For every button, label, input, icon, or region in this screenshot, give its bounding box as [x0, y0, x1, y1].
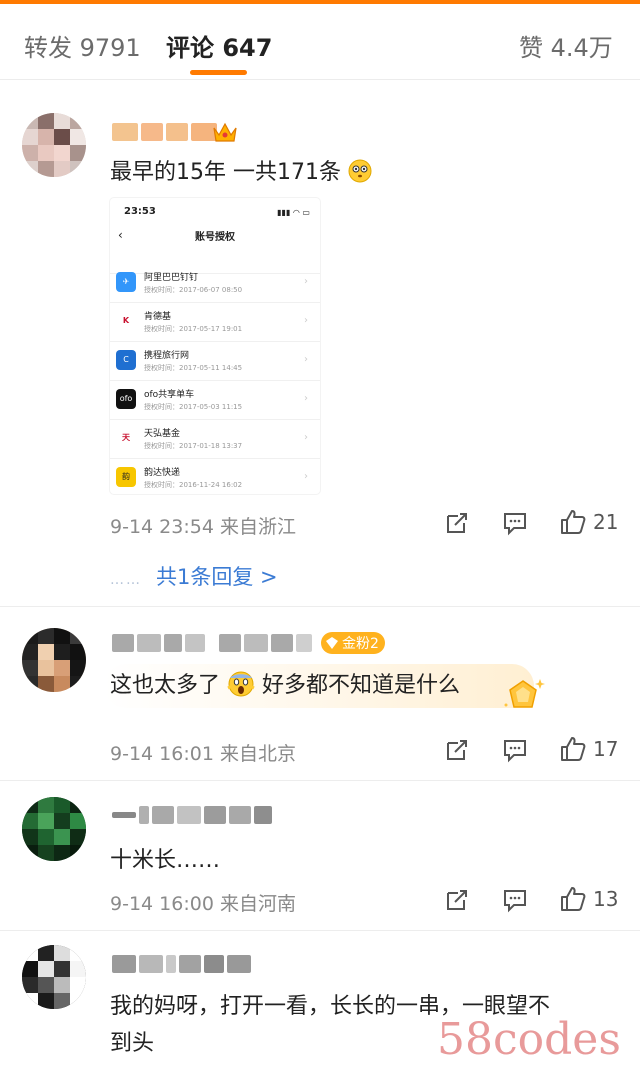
like-count: 17	[593, 737, 619, 761]
watermark: 58codes	[437, 1014, 621, 1065]
comment-tabs: 转发 9791 评论 647 赞 4.4万	[0, 4, 640, 80]
active-tab-indicator	[190, 70, 247, 75]
avatar[interactable]	[22, 797, 86, 861]
comment-button[interactable]	[502, 510, 528, 536]
thumbs-up-icon	[561, 887, 586, 911]
comment-meta: 9-14 23:54 来自浙江	[110, 516, 296, 538]
screaming-face-icon	[227, 671, 255, 697]
list-item: C 携程旅行网 授权时间：2017-05-11 14:45 ›	[110, 342, 320, 381]
attached-screenshot[interactable]: 23:53 ▮▮▮ ◠ ▭ ‹ 账号授权 ✈ 阿里巴巴钉钉 授权时间：2017-…	[110, 198, 320, 494]
status-time: 23:53	[124, 206, 156, 217]
comment-text-line2: 到头	[110, 1031, 155, 1056]
chevron-right-icon: ›	[304, 276, 308, 287]
tab-likes[interactable]: 赞 4.4万	[519, 28, 613, 63]
avatar[interactable]	[22, 628, 86, 692]
chevron-right-icon: ›	[304, 354, 308, 365]
comment-meta: 9-14 16:00 来自河南	[110, 893, 296, 915]
list-item: ✈ 阿里巴巴钉钉 授权时间：2017-06-07 08:50 ›	[110, 264, 320, 303]
tianhong-icon: 天	[116, 428, 136, 448]
fan-badge[interactable]: 金粉2	[321, 632, 385, 654]
comment-text: 最早的15年 一共171条	[110, 156, 372, 190]
reply-dots: ……	[110, 572, 142, 588]
username-blurred[interactable]	[112, 953, 251, 975]
repost-button[interactable]	[444, 737, 470, 763]
comment-body: 这也太多了	[110, 673, 221, 698]
kfc-icon: K	[116, 311, 136, 331]
share-icon	[447, 513, 467, 533]
username-blurred[interactable]	[112, 121, 217, 143]
like-count: 13	[593, 887, 619, 911]
avatar[interactable]	[22, 113, 86, 177]
nav-title: 账号授权	[195, 232, 235, 243]
username-blurred[interactable]	[112, 632, 312, 654]
divider	[0, 780, 640, 781]
comment-icon	[504, 740, 526, 763]
like-button[interactable]: 17	[559, 735, 618, 763]
comment-icon	[504, 513, 526, 536]
ctrip-icon: C	[116, 350, 136, 370]
yunda-icon: 韵	[116, 467, 136, 487]
list-item: ofo ofo共享单车 授权时间：2017-05-03 11:15 ›	[110, 381, 320, 420]
comment-text: 这也太多了 好多都不知道是什么	[110, 669, 460, 703]
chevron-right-icon: ›	[304, 432, 308, 443]
comment-text: 十米长……	[110, 848, 221, 873]
ofo-icon: ofo	[116, 389, 136, 409]
share-icon	[447, 890, 467, 910]
comment-icon	[504, 890, 526, 913]
chevron-right-icon: ›	[304, 315, 308, 326]
share-icon	[447, 740, 467, 760]
comment-meta: 9-14 16:01 来自北京	[110, 743, 296, 765]
flushed-face-icon	[348, 159, 372, 183]
crown-icon	[213, 122, 237, 142]
reply-count-label: 共1条回复 >	[156, 565, 278, 589]
thumbs-up-icon	[561, 510, 586, 534]
thumbs-up-icon	[561, 737, 586, 761]
divider	[0, 606, 640, 607]
repost-button[interactable]	[444, 887, 470, 913]
divider	[0, 930, 640, 931]
list-item: 天 天弘基金 授权时间：2017-01-18 13:37 ›	[110, 420, 320, 459]
repost-button[interactable]	[444, 510, 470, 536]
tab-comments[interactable]: 评论 647	[166, 28, 272, 63]
sparkle-gem-icon	[504, 679, 545, 708]
chevron-right-icon: ›	[304, 471, 308, 482]
view-replies-link[interactable]: …… 共1条回复 >	[110, 561, 278, 591]
dingtalk-icon: ✈	[116, 272, 136, 292]
like-button[interactable]: 21	[559, 508, 618, 536]
username-blurred[interactable]	[112, 804, 272, 826]
comment-button[interactable]	[502, 887, 528, 913]
avatar[interactable]	[22, 945, 86, 1009]
gem-icon	[326, 637, 338, 649]
like-button[interactable]: 13	[559, 885, 618, 913]
comment-button[interactable]	[502, 737, 528, 763]
like-count: 21	[593, 510, 619, 534]
list-item: 韵 韵达快递 授权时间：2016-11-24 16:02 ›	[110, 459, 320, 494]
comment-body-continued: 好多都不知道是什么	[262, 673, 461, 698]
fan-badge-label: 金粉2	[342, 636, 379, 652]
chevron-right-icon: ›	[304, 393, 308, 404]
comment-body: 最早的15年 一共171条	[110, 160, 341, 185]
list-item: K 肯德基 授权时间：2017-05-17 19:01 ›	[110, 303, 320, 342]
tab-repost[interactable]: 转发 9791	[24, 28, 141, 63]
status-icons: ▮▮▮ ◠ ▭	[277, 208, 310, 217]
